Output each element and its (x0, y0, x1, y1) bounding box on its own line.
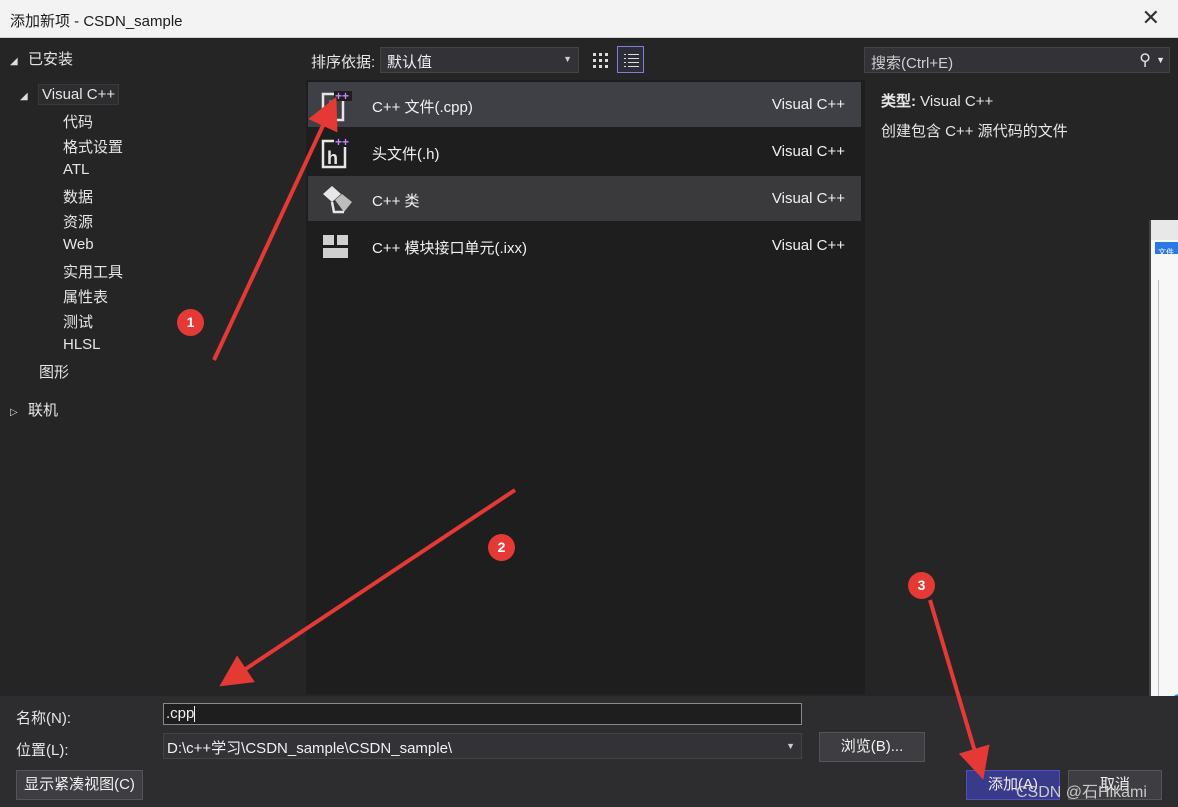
tree-item-utility[interactable]: 实用工具 (63, 261, 123, 282)
search-icon[interactable]: ⚲ (1139, 50, 1151, 70)
background-window-ruler (1153, 280, 1159, 700)
svg-text:++: ++ (335, 89, 349, 103)
type-label: 类型: (881, 93, 916, 110)
location-label: 位置(L): (16, 742, 69, 759)
cpp-class-icon (323, 186, 352, 214)
sort-label: 排序依据: (311, 54, 376, 71)
tree-node-visual-cpp[interactable]: ◢ Visual C++ (20, 84, 120, 105)
browse-button[interactable]: 浏览(B)... (819, 732, 925, 762)
tree-item-data[interactable]: 数据 (63, 186, 93, 207)
tree-item-formatting[interactable]: 格式设置 (63, 136, 123, 157)
template-name: C++ 类 (372, 193, 420, 210)
grid-view-button[interactable] (586, 46, 613, 73)
background-window: 文件 (1149, 220, 1178, 768)
watermark: CSDN @石Hikami (1016, 784, 1147, 801)
search-placeholder: 搜索(Ctrl+E) (871, 55, 954, 72)
annotation-badge-1: 1 (177, 309, 204, 336)
tree-label-installed: 已安装 (28, 51, 74, 68)
expanded-caret-icon[interactable]: ◢ (10, 56, 22, 67)
collapsed-caret-icon[interactable]: ▷ (10, 407, 22, 418)
compact-view-button[interactable]: 显示紧凑视图(C) (16, 770, 143, 800)
tree-item-test[interactable]: 测试 (63, 311, 93, 332)
template-language: Visual C++ (771, 143, 845, 160)
list-view-icon (624, 54, 639, 67)
window-title: 添加新项 - CSDN_sample (10, 13, 183, 30)
chevron-down-icon: ▼ (786, 741, 795, 751)
expanded-caret-icon[interactable]: ◢ (20, 91, 32, 102)
template-name: C++ 文件(.cpp) (372, 99, 473, 116)
tree-label-visual-cpp: Visual C++ (38, 84, 120, 105)
list-view-button[interactable] (617, 46, 644, 73)
sort-dropdown[interactable]: 默认值 ▼ (380, 47, 579, 73)
tree-item-resource[interactable]: 资源 (63, 211, 93, 232)
svg-text:h: h (327, 148, 338, 168)
close-icon[interactable]: ✕ (1142, 6, 1160, 30)
template-info-panel: 类型: Visual C++ 创建包含 C++ 源代码的文件 (866, 80, 1178, 696)
cpp-file-icon: ++ (321, 89, 352, 122)
location-value: D:\c++学习\CSDN_sample\CSDN_sample\ (167, 740, 453, 757)
sort-value: 默认值 (387, 54, 433, 71)
template-item[interactable]: C++ 类 Visual C++ (308, 176, 861, 221)
grid-view-icon (593, 53, 608, 68)
tree-item-atl[interactable]: ATL (63, 161, 89, 178)
tree-label-online: 联机 (28, 402, 59, 419)
module-icon (323, 235, 348, 258)
template-list: ++ C++ 文件(.cpp) Visual C++ ++ h 头文件(.h) … (306, 80, 865, 694)
tree-item-web[interactable]: Web (63, 236, 94, 253)
template-name: C++ 模块接口单元(.ixx) (372, 240, 528, 257)
tree-node-online[interactable]: ▷ 联机 (10, 399, 58, 420)
location-dropdown[interactable]: D:\c++学习\CSDN_sample\CSDN_sample\ ▼ (163, 733, 802, 759)
template-language: Visual C++ (771, 190, 845, 207)
type-line: 类型: Visual C++ (881, 90, 993, 111)
title-bar: 添加新项 - CSDN_sample ✕ (0, 0, 1178, 38)
template-description: 创建包含 C++ 源代码的文件 (881, 123, 1068, 140)
template-language: Visual C++ (771, 237, 845, 254)
tree-item-code[interactable]: 代码 (63, 111, 93, 132)
name-label: 名称(N): (16, 710, 71, 727)
name-value: .cpp (166, 705, 195, 722)
type-value: Visual C++ (920, 93, 994, 110)
search-input[interactable]: 搜索(Ctrl+E) ⚲ ▼ (864, 47, 1170, 73)
text-cursor (194, 706, 196, 723)
template-item[interactable]: ++ C++ 文件(.cpp) Visual C++ (308, 82, 861, 127)
template-item[interactable]: C++ 模块接口单元(.ixx) Visual C++ (308, 223, 861, 268)
tree-item-graphics[interactable]: 图形 (39, 361, 69, 382)
annotation-badge-2: 2 (488, 534, 515, 561)
svg-text:++: ++ (335, 135, 349, 149)
background-window-tab: 文件 (1155, 242, 1178, 257)
template-name: 头文件(.h) (372, 146, 440, 163)
template-language: Visual C++ (771, 96, 845, 113)
category-tree: ◢ 已安装 ◢ Visual C++ 代码 格式设置 ATL 数据 资源 Web 实… (0, 38, 305, 696)
background-window-titlebar (1151, 220, 1178, 240)
name-field[interactable]: .cpp (163, 703, 802, 725)
chevron-down-icon[interactable]: ▼ (1156, 55, 1165, 65)
tree-node-installed[interactable]: ◢ 已安装 (10, 48, 73, 69)
tree-item-property-sheet[interactable]: 属性表 (63, 286, 108, 307)
tree-item-hlsl[interactable]: HLSL (63, 336, 101, 353)
chevron-down-icon: ▼ (563, 54, 572, 64)
annotation-badge-3: 3 (908, 572, 935, 599)
header-file-icon: ++ h (321, 135, 352, 169)
template-item[interactable]: ++ h 头文件(.h) Visual C++ (308, 129, 861, 174)
